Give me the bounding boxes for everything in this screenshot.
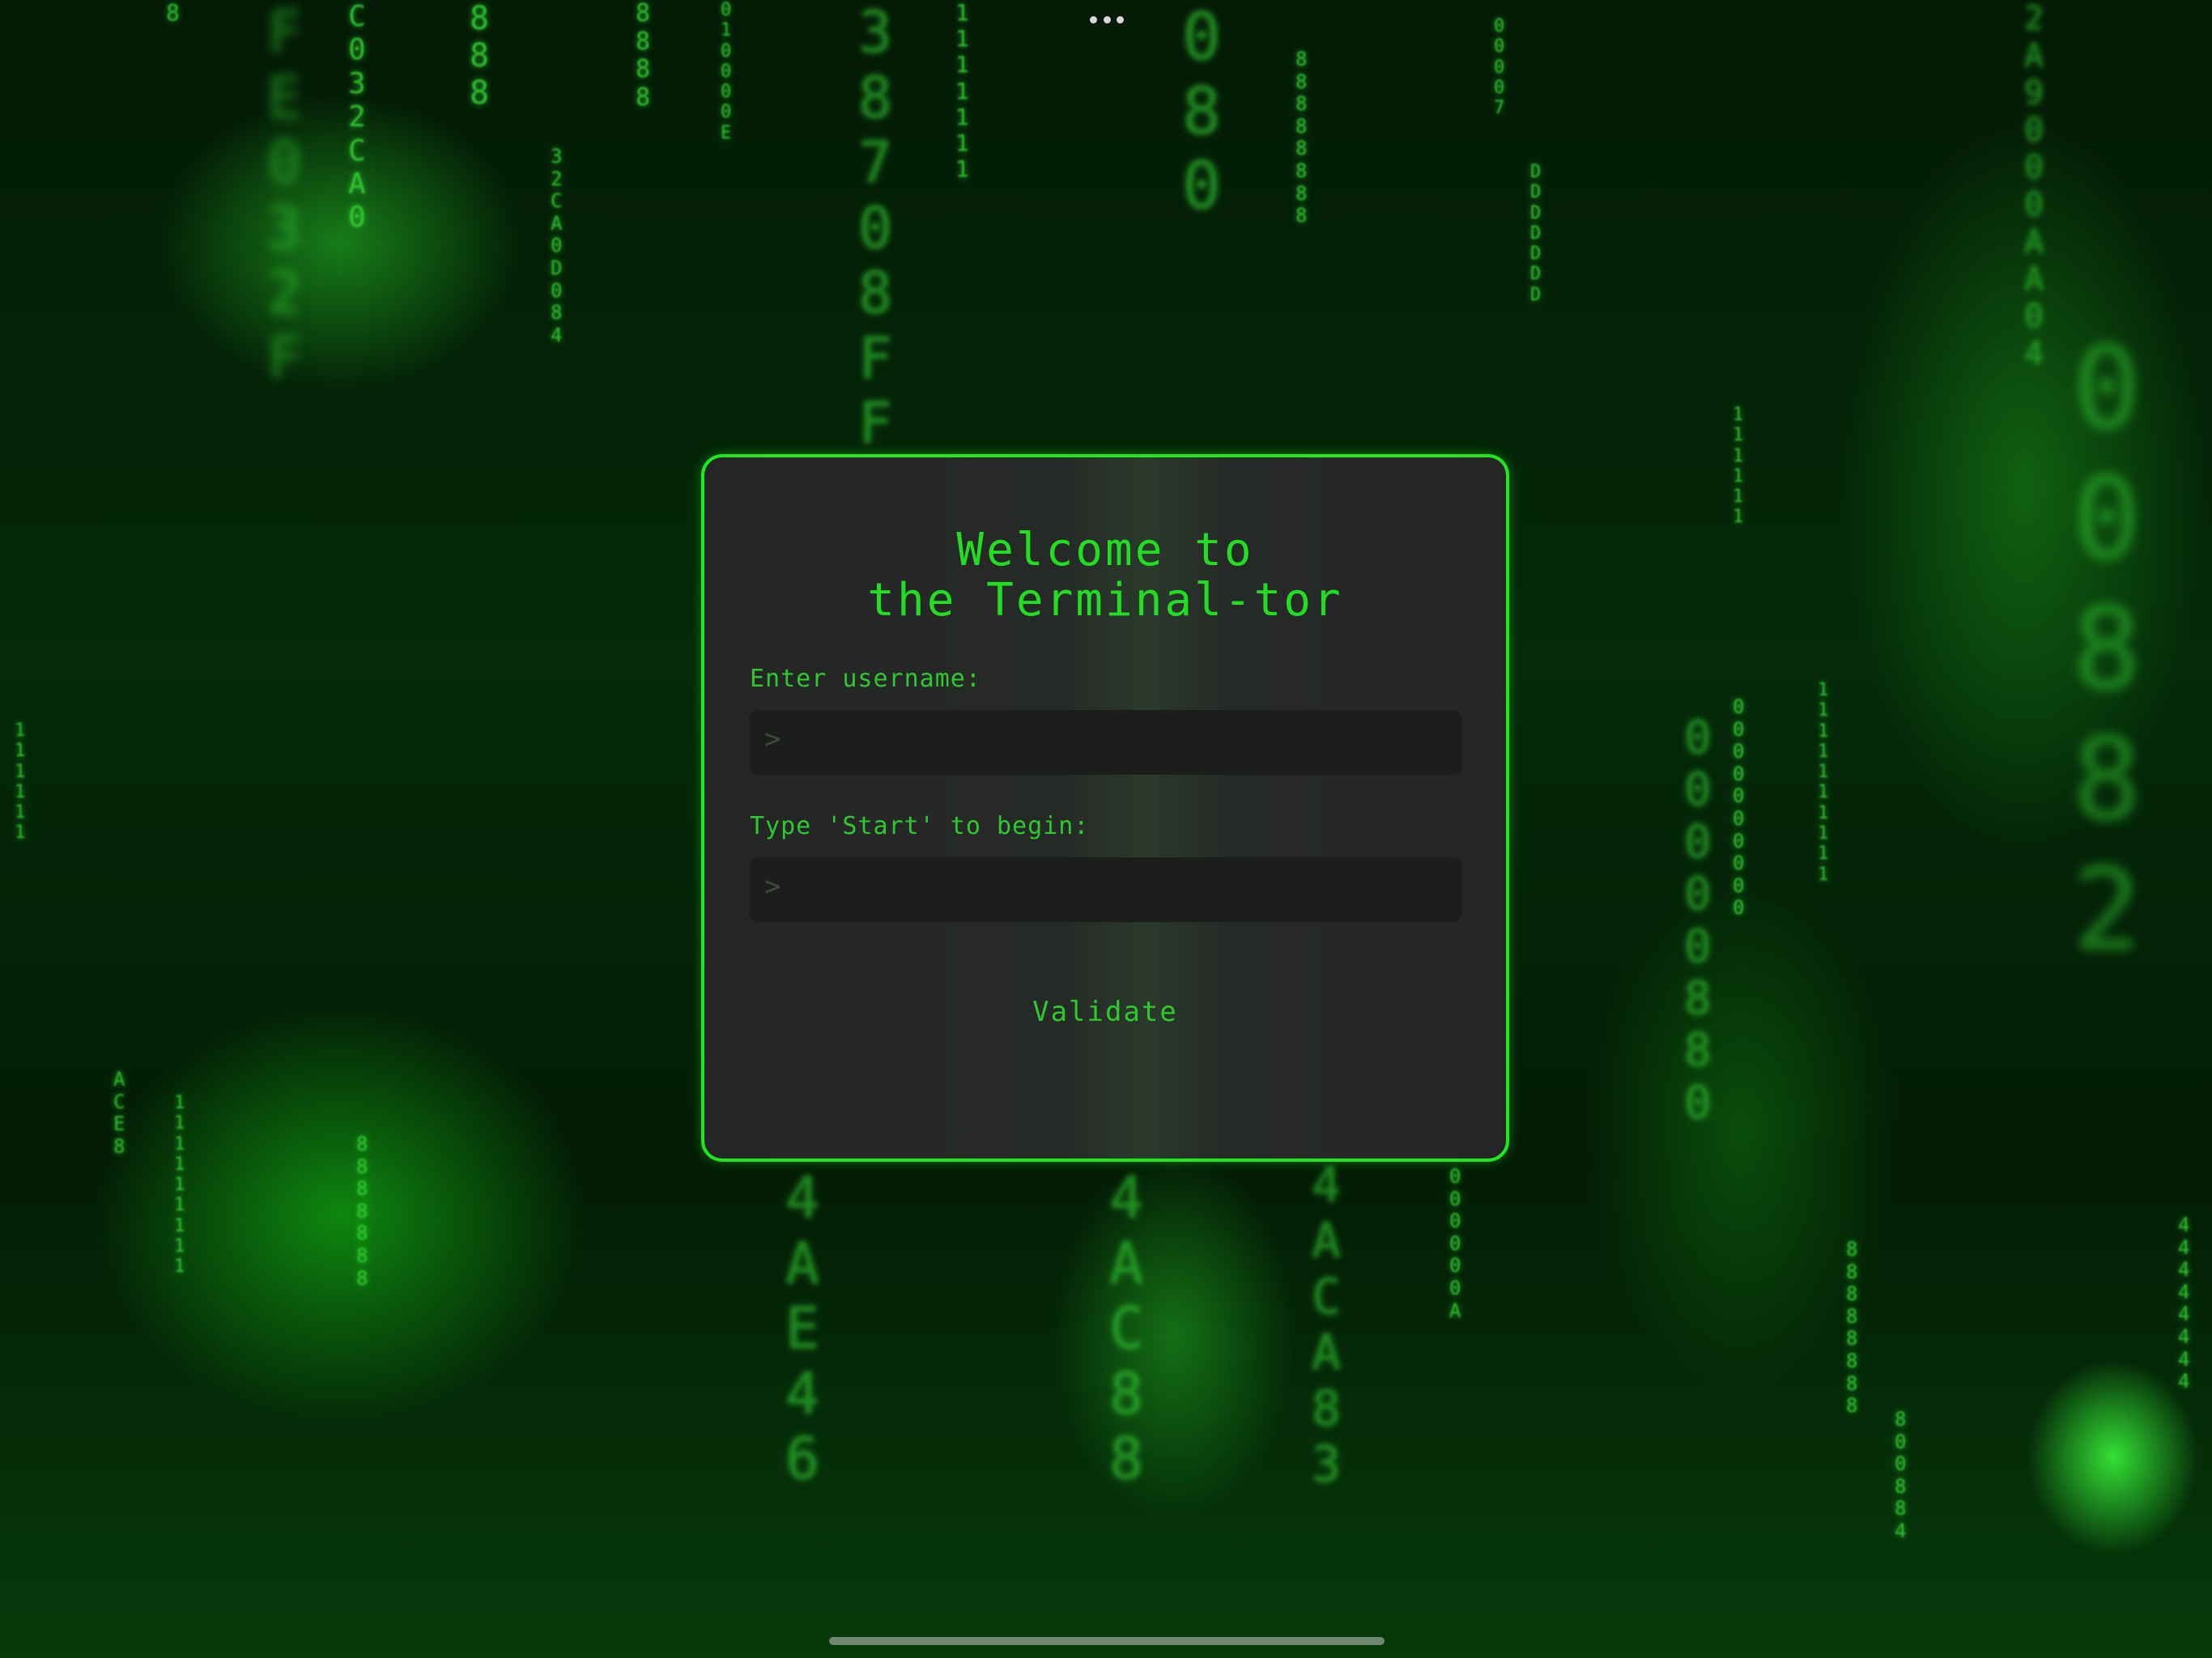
code-rain-column: 8 bbox=[166, 0, 180, 26]
card-title-line2: the Terminal-tor bbox=[867, 574, 1343, 627]
code-rain-column: 0 0 0 0 0 0 A bbox=[1449, 1165, 1461, 1322]
code-rain-column: A C E 8 bbox=[113, 1068, 125, 1158]
code-rain-column: 4 A C A 8 3 bbox=[1312, 1157, 1342, 1493]
start-input[interactable] bbox=[795, 857, 1443, 922]
code-rain-column: 8 8 8 8 8 8 8 8 bbox=[1846, 1238, 1858, 1418]
prompt-chevron-icon: > bbox=[764, 870, 781, 903]
code-rain-column: 2 A 9 0 0 0 A A 0 4 bbox=[2024, 0, 2044, 372]
code-rain-column: 0 0 8 8 2 bbox=[2073, 323, 2142, 976]
dot bbox=[1090, 15, 1097, 23]
username-label: Enter username: bbox=[750, 665, 981, 693]
code-rain-column: 0 1 0 0 0 0 E bbox=[721, 0, 732, 143]
code-rain-column: 3 8 7 0 8 F F bbox=[858, 0, 893, 457]
code-rain-column: 1 1 1 1 1 1 1 1 1 1 bbox=[1818, 680, 1829, 885]
code-rain-column: D D D D D D D bbox=[1530, 162, 1542, 305]
validate-button[interactable]: Validate bbox=[1000, 990, 1210, 1034]
code-rain-column: 4 A C 8 8 bbox=[1109, 1165, 1144, 1492]
dot bbox=[1103, 15, 1111, 23]
start-label: Type 'Start' to begin: bbox=[750, 812, 1090, 840]
code-rain-column: 8 8 8 8 bbox=[636, 0, 651, 112]
code-rain-column: 1 1 1 1 1 1 1 1 1 bbox=[174, 1093, 185, 1278]
code-rain-column: 4 A E 4 6 bbox=[785, 1165, 820, 1492]
code-rain-column: 8 0 0 8 8 4 bbox=[1895, 1408, 1907, 1542]
dot bbox=[1117, 15, 1124, 23]
code-rain-column: F E 0 3 2 F bbox=[267, 0, 302, 392]
card-title-line1: Welcome to bbox=[956, 524, 1254, 576]
login-card: Welcome to the Terminal-tor Enter userna… bbox=[701, 454, 1509, 1162]
code-rain-column: 0 8 0 bbox=[1182, 0, 1222, 223]
start-field[interactable]: > bbox=[750, 857, 1462, 922]
code-rain-column: C 0 3 2 C A 0 bbox=[348, 0, 366, 235]
code-rain-column: 1 1 1 1 1 1 1 bbox=[955, 0, 969, 183]
home-indicator[interactable] bbox=[829, 1637, 1385, 1645]
more-dots-icon[interactable] bbox=[1090, 14, 1124, 25]
username-field[interactable]: > bbox=[750, 710, 1462, 775]
code-rain-column: 8 8 8 8 8 8 8 8 bbox=[1295, 48, 1308, 227]
code-rain-column: 1 1 1 1 1 1 bbox=[1733, 405, 1744, 528]
card-title: Welcome to the Terminal-tor bbox=[704, 525, 1506, 626]
code-rain-column: 0 0 0 0 7 bbox=[1494, 16, 1505, 119]
prompt-chevron-icon: > bbox=[764, 723, 781, 755]
code-rain-column: 8 8 8 bbox=[470, 0, 490, 112]
code-rain-column: 4 4 4 4 4 4 4 4 bbox=[2178, 1214, 2190, 1393]
code-rain-column: 0 0 0 0 0 0 0 0 0 0 bbox=[1733, 695, 1745, 920]
code-rain-column: 3 2 C A 0 D 0 8 4 bbox=[551, 145, 563, 346]
code-rain-column: 8 8 8 8 8 8 8 bbox=[356, 1133, 368, 1290]
code-rain-column: 1 1 1 1 1 1 bbox=[15, 721, 26, 844]
matrix-background: F E 0 3 2 F C 0 3 2 C A 0 8 8 8 8 3 2 C … bbox=[0, 0, 2212, 1658]
code-rain-column: 0 0 0 0 0 8 8 0 bbox=[1684, 712, 1712, 1129]
username-input[interactable] bbox=[795, 710, 1443, 775]
